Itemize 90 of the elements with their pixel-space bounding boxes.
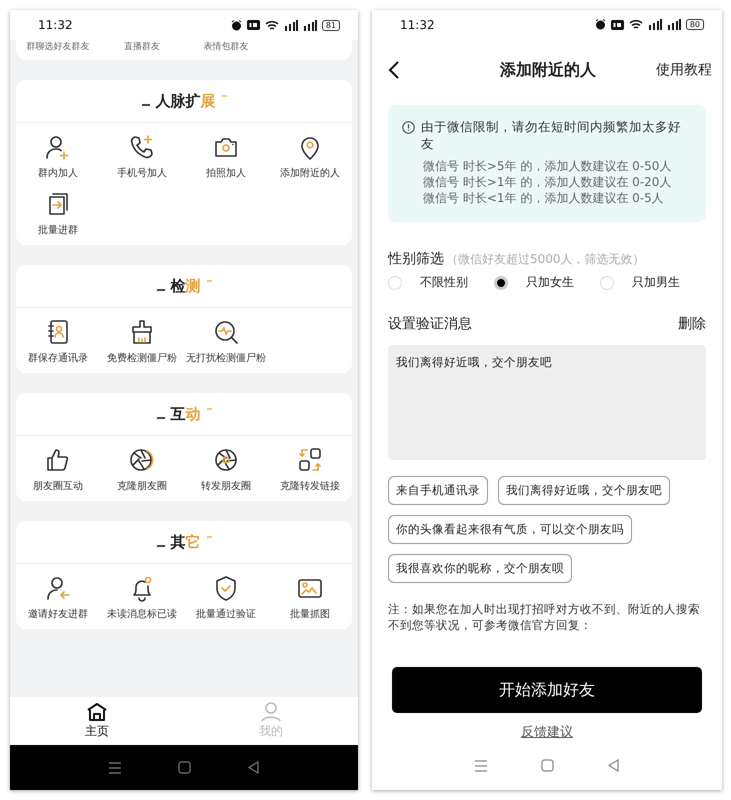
section-title: 其 bbox=[170, 532, 186, 552]
alarm-icon bbox=[230, 20, 242, 30]
hint-text: （微信好友超过5000人，筛选无效） bbox=[446, 251, 645, 268]
gender-option[interactable]: 只加男生 bbox=[600, 274, 706, 292]
back-triangle-icon[interactable] bbox=[247, 761, 260, 774]
nav-tab[interactable]: 主页 bbox=[10, 697, 184, 745]
dash-mark bbox=[156, 545, 164, 547]
battery-level: 81 bbox=[322, 20, 340, 30]
menu-icon[interactable] bbox=[108, 760, 122, 774]
notice-line: 微信号 时长>1年 的，添加人数建议在 0-20人 bbox=[422, 174, 672, 190]
person-icon bbox=[260, 702, 282, 722]
feature-label[interactable]: 免费检测僵尸粉 bbox=[107, 351, 177, 365]
section-title-accent: 展 bbox=[200, 92, 216, 110]
notice-line: 微信号 时长>5年 的，添加人数建议在 0-50人 bbox=[422, 158, 672, 174]
feature-label[interactable]: 邀请好友进群 bbox=[28, 607, 88, 621]
preset-message-chip[interactable]: 来自手机通讯录 bbox=[388, 476, 488, 506]
notice-line: 微信号 时长<1年 的，添加人数建议在 0-5人 bbox=[422, 190, 665, 206]
section-label: 性别筛选 bbox=[388, 250, 444, 268]
section-title: 人脉扩 bbox=[156, 92, 200, 110]
feature-label[interactable]: 克隆朋友圈 bbox=[117, 479, 167, 493]
dash-mark bbox=[156, 417, 164, 419]
signal-icon bbox=[666, 19, 681, 30]
section-title-accent: 动 bbox=[186, 404, 200, 424]
back-triangle-icon[interactable] bbox=[607, 759, 620, 772]
menu-icon[interactable] bbox=[474, 758, 488, 773]
feature-label[interactable]: 无打扰检测僵尸粉 bbox=[186, 351, 266, 365]
dash-mark bbox=[206, 408, 212, 410]
alarm-icon bbox=[594, 19, 606, 30]
preset-message-chip[interactable]: 我们离得好近哦，交个朋友吧 bbox=[498, 476, 670, 506]
status-time: 11:32 bbox=[400, 18, 435, 32]
dash-mark bbox=[142, 104, 150, 106]
wifi-icon bbox=[264, 20, 279, 30]
note-text: 注：如果您在加人时出现打招呼对方收不到、附近的人搜索不到您等状况，可参考微信官方回复： bbox=[388, 601, 701, 634]
hd-icon bbox=[610, 20, 624, 30]
person-invite-icon[interactable] bbox=[44, 574, 72, 602]
feature-label[interactable]: 未读消息标已读 bbox=[107, 607, 177, 621]
feature-label[interactable]: 手机号加人 bbox=[117, 166, 167, 180]
feature-label[interactable]: 添加附近的人 bbox=[280, 166, 340, 180]
feature-label[interactable]: 克隆转发链接 bbox=[280, 479, 340, 493]
back-icon[interactable] bbox=[388, 60, 400, 80]
phone-add-icon[interactable] bbox=[128, 133, 156, 161]
home-square-icon[interactable] bbox=[540, 759, 554, 772]
battery-level: 80 bbox=[686, 19, 704, 30]
message-field[interactable]: 我们离得好近哦，交个朋友吧 bbox=[388, 345, 706, 460]
dash-mark bbox=[156, 289, 164, 291]
section-label: 设置验证消息 bbox=[388, 315, 472, 334]
scan-search-icon[interactable] bbox=[212, 318, 240, 346]
info-icon bbox=[402, 121, 415, 134]
feature-label[interactable]: 表情包群友 bbox=[184, 40, 268, 53]
gender-option[interactable]: 不限性别 bbox=[388, 274, 494, 292]
shutter-icon[interactable] bbox=[212, 446, 240, 474]
radio-button[interactable] bbox=[494, 276, 508, 290]
feature-label[interactable]: 群内加人 bbox=[38, 166, 78, 180]
section-title: 检 bbox=[170, 276, 186, 296]
radio-button[interactable] bbox=[388, 276, 402, 290]
feature-label[interactable]: 朋友圈互动 bbox=[33, 479, 83, 493]
section-title-accent: 测 bbox=[186, 276, 200, 296]
feature-label[interactable]: 拍照加人 bbox=[206, 166, 246, 180]
signal-icon bbox=[648, 19, 662, 30]
section-title: 互 bbox=[170, 404, 186, 424]
feature-label[interactable]: 批量抓图 bbox=[290, 607, 330, 621]
home-icon bbox=[86, 702, 108, 722]
feature-label[interactable]: 群聊选好友群友 bbox=[16, 40, 100, 53]
hd-icon bbox=[246, 20, 260, 30]
preset-message-chip[interactable]: 我很喜欢你的昵称，交个朋友呗 bbox=[388, 554, 572, 584]
radio-button[interactable] bbox=[600, 276, 614, 290]
tutorial-link[interactable]: 使用教程 bbox=[656, 61, 712, 80]
dash-mark bbox=[206, 280, 212, 282]
dash-mark bbox=[222, 95, 226, 97]
swap-blocks-icon[interactable] bbox=[296, 446, 324, 474]
section-title-accent: 它 bbox=[186, 532, 200, 552]
page-title: 添加附近的人 bbox=[499, 60, 597, 81]
status-time: 11:32 bbox=[38, 18, 73, 32]
wifi-icon bbox=[628, 19, 643, 30]
feedback-link[interactable]: 反馈建议 bbox=[521, 723, 573, 742]
notice-headline: 由于微信限制，请勿在短时间内频繁加太多好友 bbox=[421, 119, 682, 154]
gender-option[interactable]: 只加女生 bbox=[494, 274, 600, 292]
shutter-icon[interactable] bbox=[128, 446, 156, 474]
feature-label[interactable]: 群保存通讯录 bbox=[28, 351, 88, 365]
feature-label[interactable]: 批量通过验证 bbox=[196, 607, 256, 621]
feature-label[interactable]: 直播群友 bbox=[100, 40, 184, 53]
feature-label[interactable]: 转发朋友圈 bbox=[201, 479, 251, 493]
delete-link[interactable]: 删除 bbox=[678, 315, 706, 334]
feature-label[interactable]: 批量进群 bbox=[38, 223, 78, 237]
signal-icon bbox=[302, 20, 317, 30]
start-button[interactable]: 开始添加好友 bbox=[392, 667, 702, 714]
home-square-icon[interactable] bbox=[178, 761, 191, 774]
preset-message-chip[interactable]: 你的头像看起来很有气质，可以交个朋友吗 bbox=[388, 515, 632, 544]
signal-icon bbox=[284, 20, 298, 30]
dash-mark bbox=[206, 536, 212, 538]
